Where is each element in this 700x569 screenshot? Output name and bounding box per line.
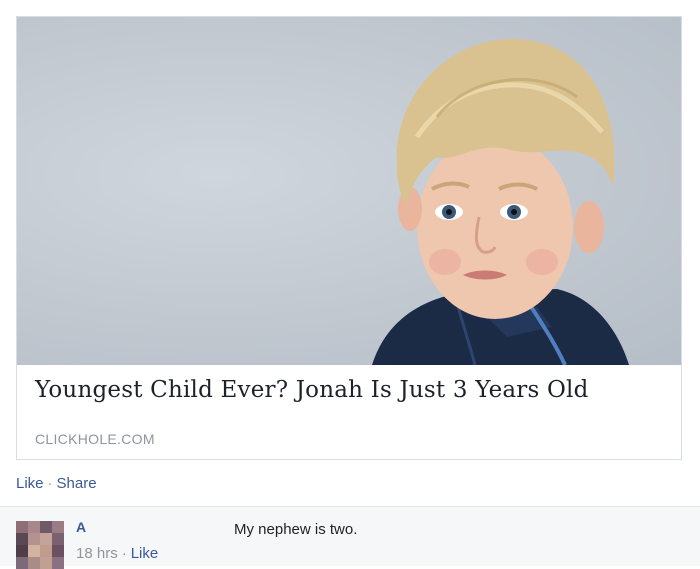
- link-title[interactable]: Youngest Child Ever? Jonah Is Just 3 Yea…: [35, 377, 589, 403]
- separator-dot: ·: [121, 545, 127, 562]
- comment-text: My nephew is two.: [234, 521, 358, 538]
- comment-like-link[interactable]: Like: [131, 545, 159, 562]
- link-preview-card[interactable]: Youngest Child Ever? Jonah Is Just 3 Yea…: [16, 16, 682, 460]
- comment-section: A My nephew is two. 18 hrs · Like: [0, 506, 700, 569]
- link-preview-image[interactable]: [17, 17, 681, 365]
- link-domain: CLICKHOLE.COM: [35, 431, 155, 447]
- facebook-post: Youngest Child Ever? Jonah Is Just 3 Yea…: [0, 0, 700, 569]
- avatar[interactable]: [16, 521, 64, 569]
- comment-author[interactable]: A: [76, 519, 86, 535]
- share-link[interactable]: Share: [57, 475, 97, 492]
- comment-meta: 18 hrs · Like: [76, 545, 158, 562]
- boy-photo: [372, 38, 629, 365]
- post-actions: Like · Share: [16, 475, 97, 492]
- comment-timestamp[interactable]: 18 hrs: [76, 545, 118, 562]
- like-link[interactable]: Like: [16, 475, 44, 492]
- separator-dot: ·: [47, 475, 53, 492]
